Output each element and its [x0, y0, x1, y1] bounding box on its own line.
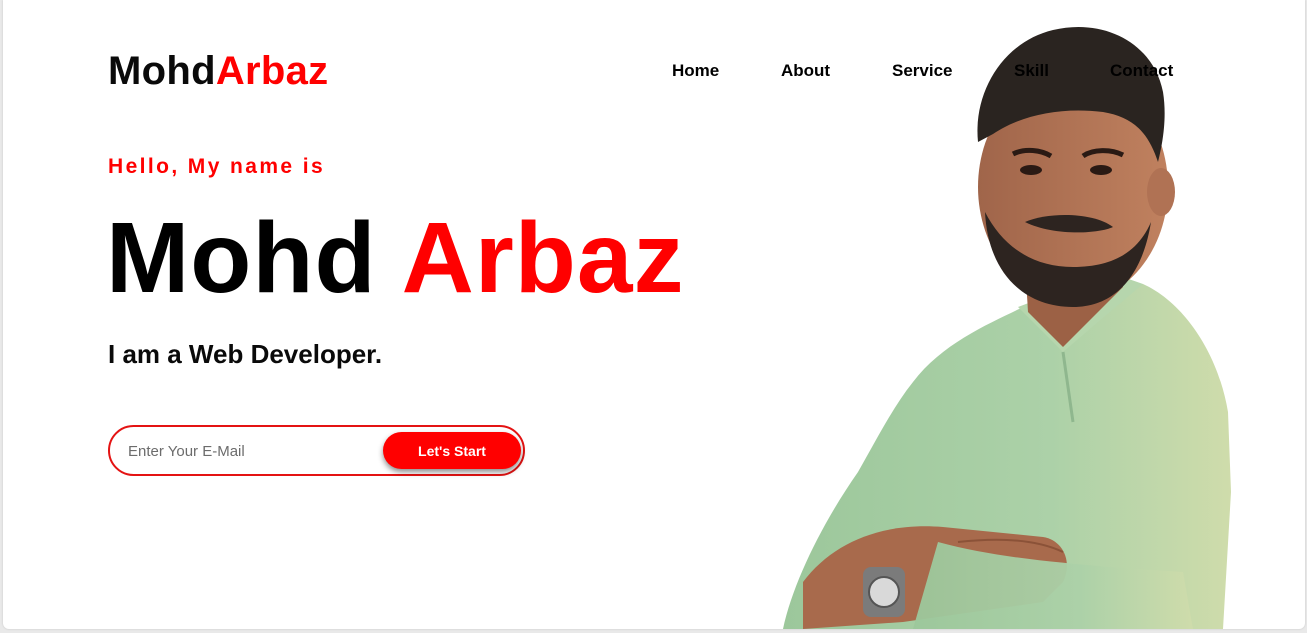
hero-name-first: Mohd: [106, 202, 377, 314]
hero-role: I am a Web Developer.: [108, 339, 383, 369]
email-input[interactable]: [126, 437, 380, 466]
nav-link-contact[interactable]: Contact: [1110, 61, 1173, 81]
hero-page: MohdArbaz Home About Service Skill Conta…: [3, 0, 1305, 629]
profile-photo: [783, 26, 1231, 629]
hero-greeting: Hello, My name is: [108, 155, 326, 178]
nav-link-about[interactable]: About: [781, 61, 830, 81]
nav-link-home[interactable]: Home: [672, 61, 719, 81]
hero-name: Mohd Arbaz: [106, 200, 684, 316]
hero-name-last: Arbaz: [401, 202, 685, 314]
main-nav: Home About Service Skill Contact: [3, 61, 1305, 83]
lets-start-button[interactable]: Let's Start: [383, 432, 521, 469]
email-signup-form: Let's Start: [108, 425, 525, 476]
nav-link-service[interactable]: Service: [892, 61, 953, 81]
nav-link-skill[interactable]: Skill: [1014, 61, 1049, 81]
